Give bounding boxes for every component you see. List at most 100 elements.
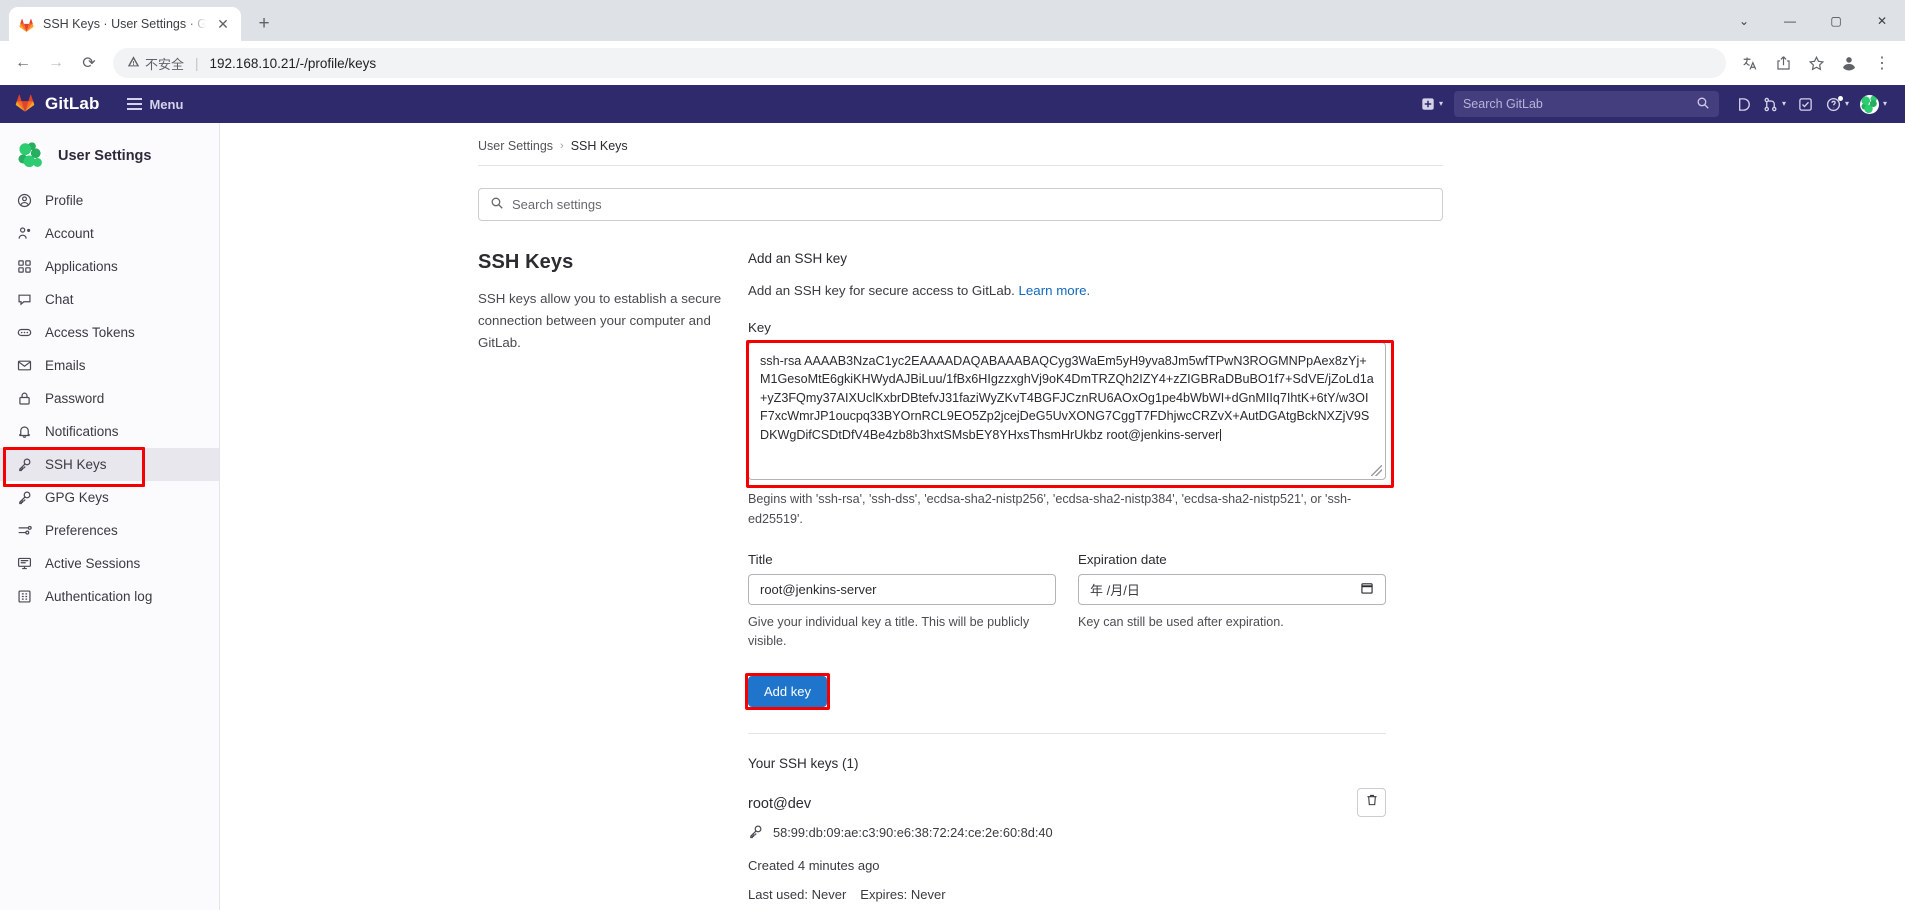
ssh-key-usage-row: Last used: Never Expires: Never	[748, 887, 1386, 902]
address-bar[interactable]: 不安全 | 192.168.10.21/-/profile/keys	[113, 48, 1726, 78]
navbar-right-actions: ▾ Search GitLab ▾	[1417, 90, 1891, 118]
sidebar-item-label: Preferences	[45, 523, 118, 538]
sidebar-item-access-tokens[interactable]: Access Tokens	[0, 316, 219, 349]
browser-toolbar: ← → ⟳ 不安全 | 192.168.10.21/-/profile/keys	[0, 41, 1905, 85]
learn-more-link[interactable]: Learn more.	[1019, 283, 1091, 298]
browser-menu-button[interactable]: ⋮	[1867, 48, 1897, 78]
reload-button[interactable]: ⟳	[74, 48, 104, 78]
key-textarea-value: ssh-rsa AAAAB3NzaC1yc2EAAAADAQABAAABAQCy…	[760, 354, 1374, 442]
window-minimize-icon[interactable]: —	[1767, 0, 1813, 41]
title-input[interactable]: root@jenkins-server	[748, 574, 1056, 605]
add-key-title: Add an SSH key	[748, 251, 1386, 266]
window-expand-icon[interactable]: ⌄	[1721, 0, 1767, 41]
key-icon	[748, 824, 763, 842]
ssh-key-fingerprint-row: 58:99:db:09:ae:c3:90:e6:38:72:24:ce:2e:6…	[748, 824, 1386, 842]
sidebar-item-ssh-keys[interactable]: SSH Keys	[0, 448, 219, 481]
calendar-icon[interactable]	[1360, 581, 1374, 598]
sidebar-item-emails[interactable]: Emails	[0, 349, 219, 382]
main-menu-button[interactable]: Menu	[127, 97, 183, 112]
monitor-icon	[16, 555, 33, 572]
sidebar-item-account[interactable]: Account	[0, 217, 219, 250]
log-grid-icon	[16, 588, 33, 605]
merge-requests-button[interactable]: ▾	[1759, 90, 1790, 118]
omnibox-separator: |	[195, 56, 199, 71]
search-settings-input[interactable]: Search settings	[478, 188, 1443, 221]
chevron-down-icon: ▾	[1845, 100, 1849, 108]
todos-button[interactable]	[1793, 90, 1819, 118]
ssh-key-created: Created 4 minutes ago	[748, 858, 1386, 873]
bell-icon	[16, 423, 33, 440]
help-button[interactable]: ▾	[1822, 90, 1853, 118]
sidebar-item-applications[interactable]: Applications	[0, 250, 219, 283]
settings-sidebar: User Settings Profile Account	[0, 123, 220, 910]
sidebar-item-label: Applications	[45, 259, 118, 274]
sidebar-item-label: Authentication log	[45, 589, 152, 604]
sidebar-item-active-sessions[interactable]: Active Sessions	[0, 547, 219, 580]
window-maximize-icon[interactable]: ▢	[1813, 0, 1859, 41]
expiration-placeholder: 年 /月/日	[1090, 580, 1140, 599]
section-divider	[748, 733, 1386, 734]
key-field-help: Begins with 'ssh-rsa', 'ssh-dss', 'ecdsa…	[748, 490, 1388, 529]
forward-button[interactable]: →	[41, 48, 71, 78]
breadcrumb-current: SSH Keys	[571, 139, 628, 153]
sidebar-item-preferences[interactable]: Preferences	[0, 514, 219, 547]
sidebar-item-profile[interactable]: Profile	[0, 184, 219, 217]
sidebar-item-label: Password	[45, 391, 104, 406]
resize-handle[interactable]	[1371, 465, 1382, 476]
chat-bubble-icon	[16, 291, 33, 308]
new-tab-button[interactable]: +	[249, 9, 279, 39]
window-controls: ⌄ — ▢ ✕	[1721, 0, 1905, 41]
security-indicator[interactable]: 不安全	[127, 54, 184, 73]
browser-tab[interactable]: SSH Keys · User Settings · GitLa ✕	[9, 7, 241, 41]
gitlab-favicon-icon	[18, 16, 35, 33]
warning-triangle-icon	[127, 55, 140, 71]
star-icon[interactable]	[1801, 48, 1831, 78]
search-icon	[1696, 96, 1710, 113]
ssh-key-title: root@dev	[748, 796, 1386, 812]
sidebar-item-gpg-keys[interactable]: GPG Keys	[0, 481, 219, 514]
expiration-date-input[interactable]: 年 /月/日	[1078, 574, 1386, 605]
window-close-icon[interactable]: ✕	[1859, 0, 1905, 41]
sidebar-item-chat[interactable]: Chat	[0, 283, 219, 316]
trash-icon	[1365, 793, 1379, 812]
sidebar-item-label: Account	[45, 226, 94, 241]
expiration-field-group: Expiration date 年 /月/日	[1078, 552, 1386, 651]
avatar	[1860, 95, 1879, 114]
envelope-icon	[16, 357, 33, 374]
tab-close-icon[interactable]: ✕	[214, 15, 232, 33]
add-key-button[interactable]: Add key	[748, 676, 827, 707]
sidebar-item-label: Access Tokens	[45, 325, 135, 340]
breadcrumb-parent[interactable]: User Settings	[478, 139, 553, 153]
share-icon[interactable]	[1768, 48, 1798, 78]
user-avatar-button[interactable]: ▾	[1856, 90, 1891, 118]
sidebar-item-label: GPG Keys	[45, 490, 109, 505]
key-textarea[interactable]: ssh-rsa AAAAB3NzaC1yc2EAAAADAQABAAABAQCy…	[748, 342, 1386, 480]
search-gitlab-input[interactable]: Search GitLab	[1454, 91, 1719, 117]
key-icon	[16, 456, 33, 473]
tab-title: SSH Keys · User Settings · GitLa	[43, 17, 206, 31]
gitlab-brand[interactable]: GitLab	[14, 91, 99, 118]
chevron-down-icon: ▾	[1782, 100, 1786, 108]
breadcrumb-divider	[478, 165, 1443, 166]
main-content: User Settings › SSH Keys Search settings…	[220, 123, 1905, 910]
settings-columns: SSH Keys SSH keys allow you to establish…	[478, 251, 1478, 902]
chevron-down-icon: ▾	[1439, 100, 1443, 108]
profile-icon[interactable]	[1834, 48, 1864, 78]
key-textarea-wrapper: ssh-rsa AAAAB3NzaC1yc2EAAAADAQABAAABAQCy…	[748, 342, 1386, 480]
delete-key-button[interactable]	[1357, 788, 1386, 817]
sidebar-item-authentication-log[interactable]: Authentication log	[0, 580, 219, 613]
sidebar-item-notifications[interactable]: Notifications	[0, 415, 219, 448]
search-settings-placeholder: Search settings	[512, 197, 602, 212]
title-input-wrapper: root@jenkins-server	[748, 574, 1056, 605]
back-button[interactable]: ←	[8, 48, 38, 78]
sidebar-item-password[interactable]: Password	[0, 382, 219, 415]
gitlab-wordmark: GitLab	[45, 94, 99, 114]
main-menu-label: Menu	[149, 97, 183, 112]
chevron-down-icon: ▾	[1883, 100, 1887, 108]
security-label: 不安全	[145, 54, 184, 73]
notification-dot-icon	[1838, 96, 1843, 101]
create-new-button[interactable]: ▾	[1417, 90, 1447, 118]
translate-icon[interactable]	[1735, 48, 1765, 78]
sidebar-item-label: SSH Keys	[45, 457, 107, 472]
issues-button[interactable]	[1730, 90, 1756, 118]
